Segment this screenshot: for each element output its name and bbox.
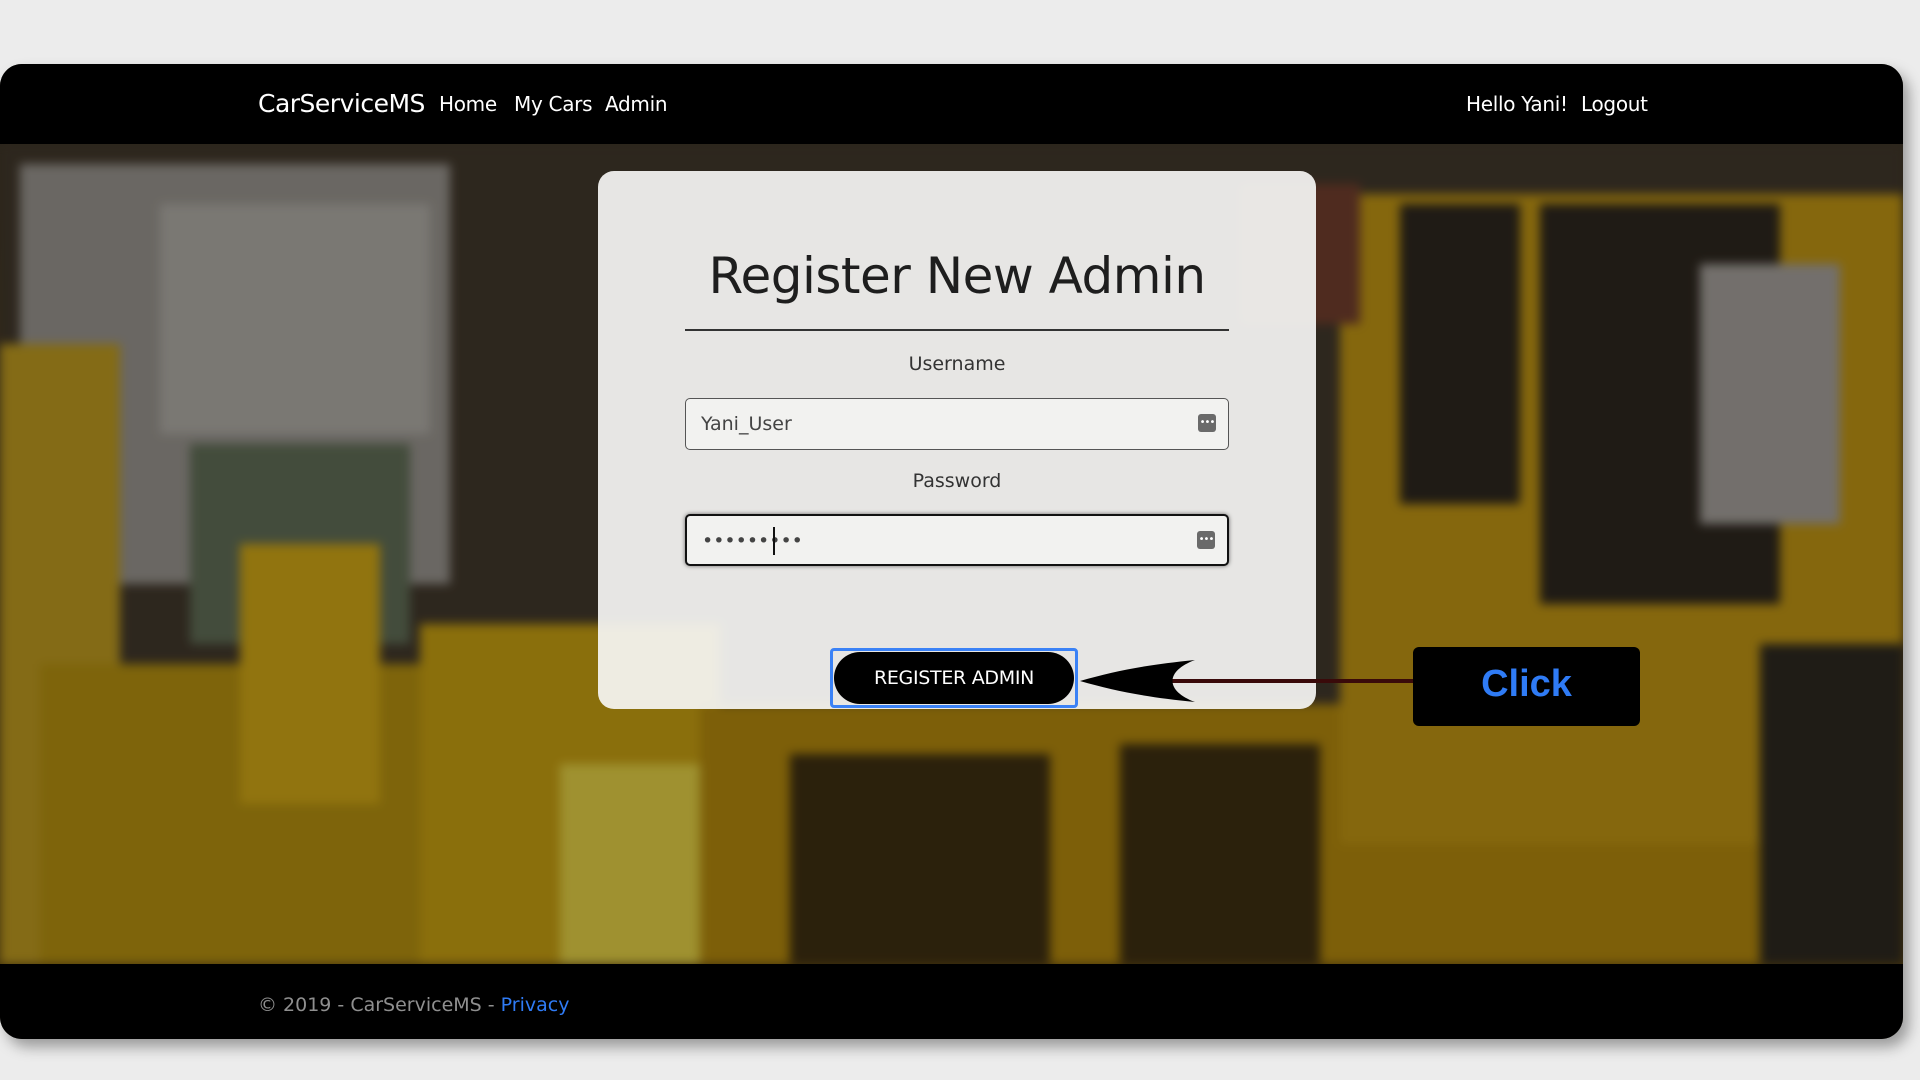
nav-link-admin[interactable]: Admin — [605, 92, 668, 116]
nav-link-my-cars[interactable]: My Cars — [514, 92, 593, 116]
username-label: Username — [908, 353, 1006, 375]
page-title: Register New Admin — [708, 247, 1206, 305]
footer-privacy-link[interactable]: Privacy — [501, 994, 570, 1016]
callout-label: Click — [1481, 663, 1572, 705]
callout-arrow-icon — [1080, 660, 1415, 702]
password-label: Password — [912, 470, 1002, 492]
title-divider — [685, 329, 1229, 331]
register-admin-button[interactable]: REGISTER ADMIN — [834, 652, 1074, 704]
username-input[interactable] — [701, 411, 1171, 437]
footer: © 2019 - CarServiceMS - Privacy — [0, 964, 1903, 1039]
password-manager-icon[interactable]: ••• — [1197, 531, 1215, 549]
nav-link-logout[interactable]: Logout — [1581, 92, 1648, 116]
password-manager-icon[interactable]: ••• — [1198, 414, 1216, 432]
nav-greeting[interactable]: Hello Yani! — [1466, 92, 1568, 116]
click-callout: Click — [1413, 647, 1640, 726]
footer-text: © 2019 - CarServiceMS - Privacy — [258, 994, 569, 1016]
navbar: CarServiceMS Home My Cars Admin Hello Ya… — [0, 64, 1903, 144]
nav-link-home[interactable]: Home — [439, 92, 497, 116]
password-field-wrapper: ••• — [685, 514, 1229, 566]
username-field-wrapper: ••• — [685, 398, 1229, 450]
footer-copyright: © 2019 - CarServiceMS - — [258, 994, 501, 1016]
text-caret — [773, 527, 775, 555]
browser-window: CarServiceMS Home My Cars Admin Hello Ya… — [0, 64, 1903, 1039]
brand-link[interactable]: CarServiceMS — [258, 89, 425, 118]
register-admin-card: Register New Admin Username ••• Password… — [598, 171, 1316, 709]
